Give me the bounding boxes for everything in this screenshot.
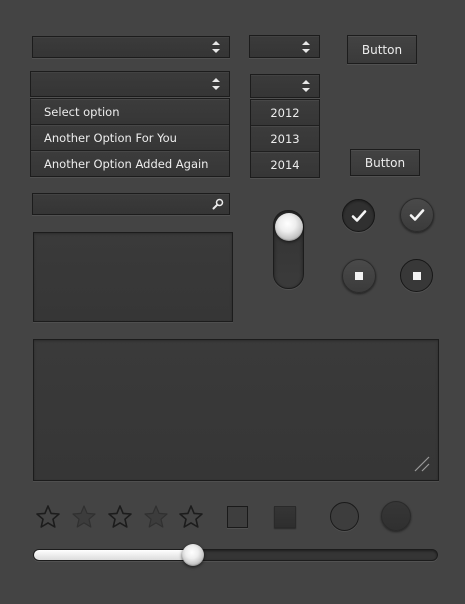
spinner-arrows-icon [212, 41, 220, 53]
resize-handle-icon[interactable] [412, 454, 430, 472]
primary-button[interactable]: Button [347, 35, 417, 64]
radio-filled[interactable] [381, 501, 411, 531]
search-icon[interactable] [212, 198, 224, 210]
checkmark-icon [409, 209, 425, 221]
option-label: Select option [44, 104, 120, 119]
options-list: Select option Another Option For You Ano… [30, 98, 230, 177]
slider-track[interactable] [33, 549, 438, 561]
dropdown-select-wide[interactable] [32, 36, 230, 58]
slider-fill [34, 550, 196, 560]
toggle-knob[interactable] [275, 213, 303, 241]
button-label: Button [364, 155, 406, 170]
year-select-header[interactable] [250, 74, 320, 98]
star-icon[interactable] [143, 504, 169, 530]
checkbox-outline[interactable] [227, 506, 248, 528]
stop-square-icon [355, 272, 363, 280]
text-box[interactable] [33, 232, 233, 322]
check-circle-light[interactable] [400, 198, 434, 232]
year-option[interactable]: 2012 [251, 100, 319, 125]
stop-circle-dark[interactable] [400, 259, 433, 292]
year-options-list: 2012 2013 2014 [250, 99, 320, 178]
star-icon[interactable] [35, 504, 61, 530]
year-label: 2013 [270, 131, 300, 146]
star-icon[interactable] [178, 504, 204, 530]
secondary-button[interactable]: Button [350, 149, 420, 176]
star-rating [35, 504, 207, 530]
spinner-arrows-icon [302, 80, 310, 92]
button-label: Button [361, 42, 403, 57]
option-item[interactable]: Another Option For You [31, 124, 229, 150]
option-item[interactable]: Select option [31, 99, 229, 124]
open-select-header[interactable] [30, 71, 230, 97]
dropdown-select-small[interactable] [249, 35, 320, 58]
option-item[interactable]: Another Option Added Again [31, 150, 229, 176]
spinner-arrows-icon [302, 40, 310, 53]
year-label: 2014 [270, 157, 300, 172]
slider-thumb[interactable] [182, 544, 204, 566]
year-label: 2012 [270, 105, 300, 120]
checkmark-icon [351, 209, 366, 222]
year-option[interactable]: 2014 [251, 151, 319, 177]
stop-circle-light[interactable] [342, 259, 376, 293]
radio-outline[interactable] [330, 502, 359, 531]
option-label: Another Option For You [44, 130, 177, 145]
stop-square-icon [412, 271, 421, 280]
toggle-switch[interactable] [273, 210, 304, 289]
year-option[interactable]: 2013 [251, 125, 319, 151]
spinner-arrows-icon [212, 78, 220, 90]
star-icon[interactable] [107, 504, 133, 530]
checkbox-filled[interactable] [274, 506, 296, 528]
option-label: Another Option Added Again [44, 156, 209, 171]
large-textarea[interactable] [33, 339, 439, 481]
check-circle-dark[interactable] [342, 199, 375, 232]
star-icon[interactable] [71, 504, 97, 530]
search-input[interactable] [32, 193, 230, 215]
